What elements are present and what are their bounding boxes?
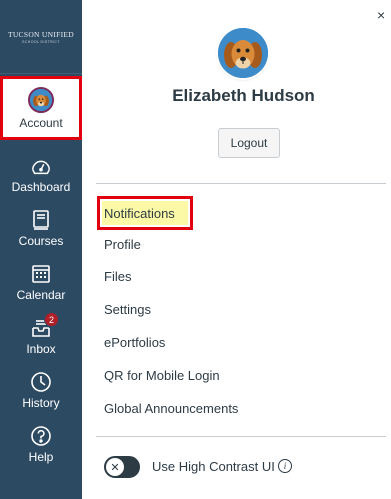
- divider: [96, 183, 386, 184]
- high-contrast-label: Use High Contrast UI: [152, 459, 275, 474]
- qr-mobile-login-link[interactable]: QR for Mobile Login: [104, 368, 220, 384]
- clock-icon: [29, 370, 53, 394]
- account-tray: × Elizabeth Hudson Logout Notifications …: [82, 0, 391, 499]
- calendar-icon: [29, 262, 53, 286]
- nav-item-calendar[interactable]: Calendar: [0, 262, 82, 318]
- help-question-icon: [29, 424, 53, 448]
- dashboard-gauge-icon: [29, 154, 53, 178]
- notifications-label: Notifications: [104, 206, 175, 221]
- dog-avatar-icon: [30, 88, 52, 111]
- avatar: [28, 86, 54, 113]
- close-icon[interactable]: ×: [377, 8, 391, 24]
- nav-item-history[interactable]: History: [0, 370, 82, 426]
- nav-label-history: History: [22, 396, 60, 410]
- eportfolios-link[interactable]: ePortfolios: [104, 335, 165, 351]
- user-name: Elizabeth Hudson: [172, 86, 315, 105]
- district-logo[interactable]: TUCSON UNIFIED SCHOOL DISTRICT: [0, 0, 82, 74]
- nav-item-help[interactable]: Help: [0, 424, 82, 480]
- inbox-icon: 2: [29, 312, 59, 340]
- profile-link[interactable]: Profile: [104, 237, 141, 253]
- book-icon: [29, 208, 53, 232]
- divider: [96, 436, 386, 437]
- nav-label-calendar: Calendar: [16, 288, 66, 302]
- nav-item-courses[interactable]: Courses: [0, 208, 82, 264]
- global-announcements-link[interactable]: Global Announcements: [104, 401, 238, 417]
- inbox-unread-badge: 2: [44, 312, 59, 327]
- notifications-link[interactable]: Notifications: [97, 196, 193, 230]
- high-contrast-toggle[interactable]: ✕: [104, 456, 140, 478]
- nav-item-dashboard[interactable]: Dashboard: [0, 154, 82, 210]
- info-icon[interactable]: i: [278, 459, 292, 473]
- nav-label-courses: Courses: [18, 234, 64, 248]
- nav-label-help: Help: [28, 450, 54, 464]
- nav-label-inbox: Inbox: [26, 342, 56, 356]
- nav-item-inbox[interactable]: 2 Inbox: [0, 312, 82, 372]
- toggle-off-icon: ✕: [106, 458, 124, 476]
- profile-avatar[interactable]: [218, 28, 268, 78]
- nav-label-dashboard: Dashboard: [11, 180, 71, 194]
- dog-avatar-icon: [218, 28, 268, 78]
- nav-label-account: Account: [19, 115, 63, 130]
- settings-link[interactable]: Settings: [104, 302, 151, 318]
- global-navigation: TUCSON UNIFIED SCHOOL DISTRICT Account D…: [0, 0, 82, 499]
- logout-button[interactable]: Logout: [218, 128, 280, 158]
- logo-subtext: SCHOOL DISTRICT: [22, 39, 60, 44]
- files-link[interactable]: Files: [104, 269, 131, 285]
- nav-item-account[interactable]: Account: [0, 76, 82, 140]
- logo-text: TUCSON UNIFIED: [7, 29, 75, 39]
